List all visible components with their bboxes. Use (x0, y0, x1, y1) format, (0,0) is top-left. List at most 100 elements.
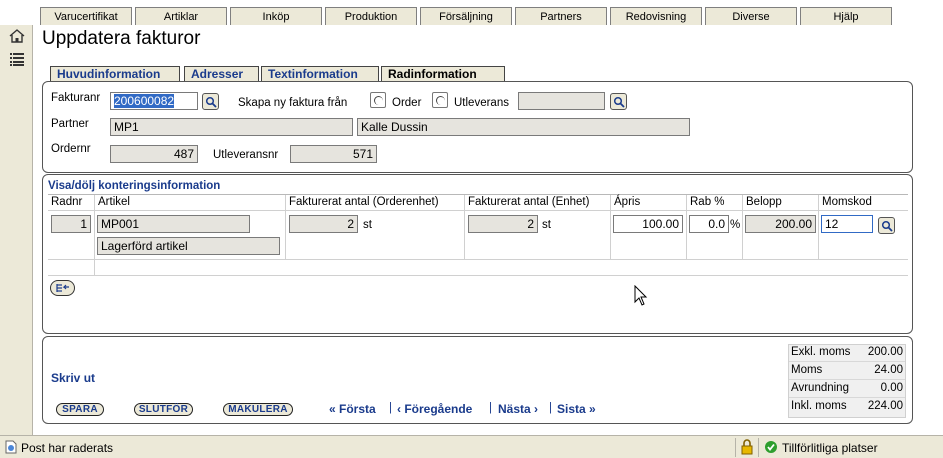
add-row-icon (55, 284, 69, 292)
grid-vline (285, 195, 286, 259)
row-rab-input[interactable]: 0.0 (689, 215, 729, 233)
menu-tab-artiklar[interactable]: Artiklar (135, 7, 227, 25)
utleveransnr-field: 571 (290, 145, 377, 163)
row-antal-order-unit: st (363, 219, 372, 231)
left-sidebar (0, 25, 33, 435)
mouse-cursor-icon (634, 285, 648, 306)
col-radnr: Radnr (51, 196, 83, 208)
list-icon[interactable] (9, 52, 25, 66)
menu-tab-redovisning[interactable]: Redovisning (610, 7, 702, 25)
totals-value: 200.00 (867, 346, 903, 358)
totals-label: Exkl. moms (791, 346, 851, 358)
slutfor-button[interactable]: SLUTFÖR (134, 403, 193, 416)
row-artikel-field: MP001 (97, 215, 250, 233)
nav-separator: | (489, 402, 492, 414)
search-icon (881, 220, 893, 232)
utleverans-radio[interactable] (432, 92, 448, 108)
menu-tab-diverse[interactable]: Diverse (705, 7, 797, 25)
grid-vline (686, 195, 687, 259)
tab-huvudinformation[interactable]: Huvudinformation (50, 66, 180, 82)
partner-label: Partner (51, 118, 89, 130)
app-window: Varucertifikat Artiklar Inköp Produktion… (0, 0, 943, 458)
col-rab: Rab % (690, 196, 725, 208)
menu-tab-produktion[interactable]: Produktion (325, 7, 417, 25)
grid-vline (94, 195, 95, 275)
momskod-search-button[interactable] (878, 217, 895, 234)
utleveransnr-label: Utleveransnr (213, 149, 279, 161)
page-title: Uppdatera fakturor (42, 28, 201, 49)
rows-header-top-line (48, 194, 908, 195)
row-antal-enhet-unit: st (542, 219, 551, 231)
status-divider (735, 438, 736, 457)
top-menu-bar: Varucertifikat Artiklar Inköp Produktion… (0, 0, 943, 26)
page-icon (5, 440, 17, 454)
totals-value: 24.00 (874, 364, 903, 376)
row-radnr-field: 1 (51, 215, 91, 233)
grid-vline (464, 195, 465, 259)
row-belopp-field: 200.00 (745, 215, 816, 233)
print-link[interactable]: Skriv ut (51, 371, 95, 385)
row-bottom-line (48, 259, 908, 260)
row-artikel-desc-field: Lagerförd artikel (97, 237, 280, 255)
nav-separator: | (389, 402, 392, 414)
row-apris-input[interactable]: 100.00 (613, 215, 683, 233)
menu-tab-partners[interactable]: Partners (515, 7, 607, 25)
grid-vline (818, 195, 819, 259)
totals-row-avrundning: Avrundning 0.00 (789, 380, 905, 398)
totals-row-moms: Moms 24.00 (789, 362, 905, 380)
totals-row-exkl: Exkl. moms 200.00 (789, 344, 905, 362)
totals-row-inkl: Inkl. moms 224.00 (789, 398, 905, 416)
menu-tab-hjalp[interactable]: Hjälp (800, 7, 892, 25)
grid-vline (742, 195, 743, 259)
col-antal-enhet: Fakturerat antal (Enhet) (468, 196, 590, 208)
totals-label: Moms (791, 364, 823, 376)
nav-last-link[interactable]: Sista » (557, 402, 596, 416)
makulera-button[interactable]: MAKULERA (223, 403, 293, 416)
tab-adresser[interactable]: Adresser (184, 66, 259, 82)
search-icon (613, 96, 625, 108)
status-message: Post har raderats (21, 441, 114, 455)
grid-vline (610, 195, 611, 259)
utleverans-input[interactable] (518, 92, 605, 110)
fakturanr-input[interactable]: 200600082 (110, 92, 198, 110)
menu-tab-varucertifikat[interactable]: Varucertifikat (40, 7, 132, 25)
fakturanr-label: Fakturanr (51, 92, 101, 104)
nav-next-link[interactable]: Nästa › (498, 402, 538, 416)
row-antal-order-field: 2 (289, 215, 358, 233)
tab-radinformation[interactable]: Radinformation (381, 66, 505, 82)
totals-label: Avrundning (791, 382, 849, 394)
utleverans-label: Utleverans (454, 97, 509, 109)
order-radio[interactable] (370, 92, 386, 108)
spara-button[interactable]: SPARA (56, 403, 104, 416)
status-bar: Post har raderats Tillförlitliga platser (0, 435, 943, 458)
col-momskod: Momskod (822, 196, 872, 208)
utleverans-search-button[interactable] (610, 93, 627, 110)
menu-tab-forsaljning[interactable]: Försäljning (420, 7, 512, 25)
rows-header-bottom-line (48, 210, 908, 211)
totals-value: 224.00 (867, 400, 903, 412)
row-momskod-input[interactable]: 12 (821, 215, 873, 233)
skapa-ny-faktura-label: Skapa ny faktura från (238, 97, 348, 109)
nav-previous-link[interactable]: ‹ Föregående (397, 402, 472, 416)
order-label: Order (392, 97, 422, 109)
ordernr-field: 487 (110, 145, 198, 163)
tab-textinformation[interactable]: Textinformation (261, 66, 379, 82)
empty-row-bottom-line (48, 275, 908, 276)
col-belopp: Belopp (746, 196, 782, 208)
home-icon[interactable] (9, 29, 25, 43)
fakturanr-value: 200600082 (114, 94, 175, 108)
toggle-kontering-link[interactable]: Visa/dölj konteringsinformation (48, 180, 220, 192)
col-artikel: Artikel (98, 196, 130, 208)
nav-first-link[interactable]: « Första (329, 402, 376, 416)
row-antal-enhet-field: 2 (468, 215, 538, 233)
fakturanr-search-button[interactable] (202, 93, 219, 110)
add-row-button[interactable] (50, 280, 75, 296)
totals-label: Inkl. moms (791, 400, 847, 412)
nav-separator: | (549, 402, 552, 414)
status-zone: Tillförlitliga platser (782, 441, 878, 455)
ordernr-label: Ordernr (51, 143, 91, 155)
trusted-zone-icon (765, 441, 777, 453)
partner-name-field: Kalle Dussin (357, 118, 690, 136)
menu-tab-inkop[interactable]: Inköp (230, 7, 322, 25)
search-icon (205, 96, 217, 108)
